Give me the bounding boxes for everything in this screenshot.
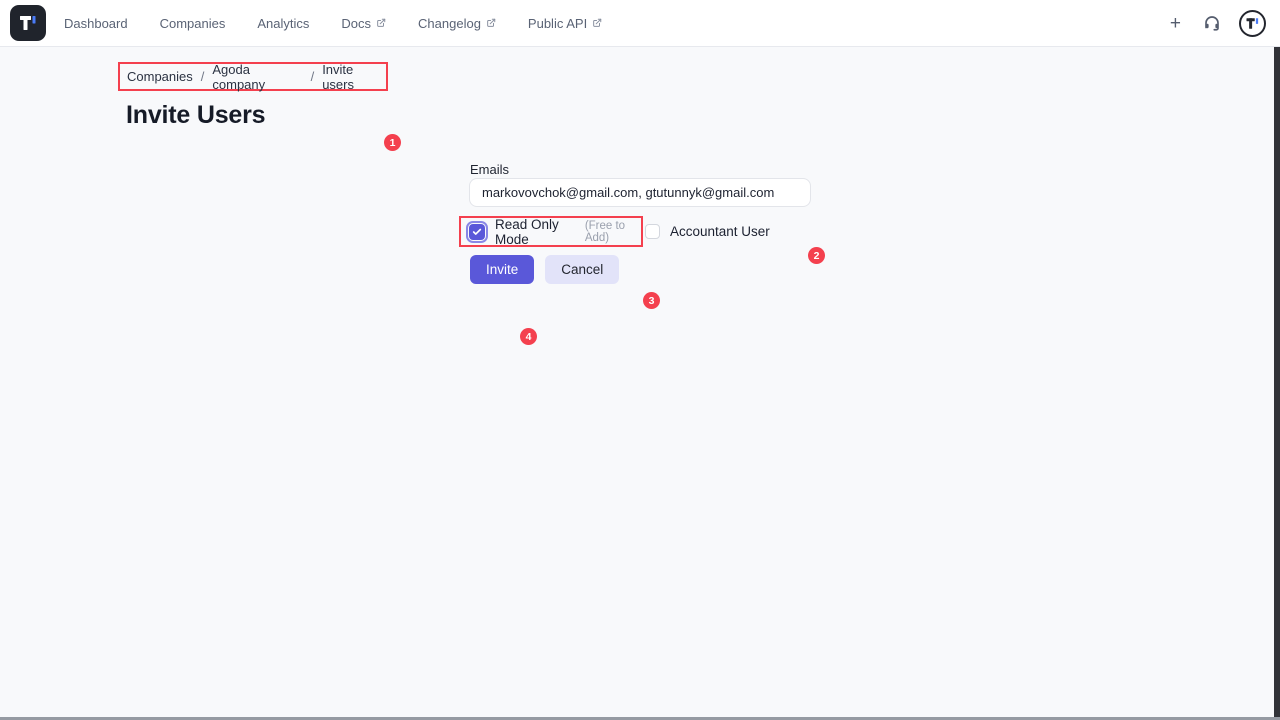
form-actions: Invite Cancel (470, 255, 620, 284)
annotation-badge-1: 1 (384, 134, 401, 151)
support-headset-icon[interactable] (1203, 14, 1221, 32)
invite-button[interactable]: Invite (470, 255, 535, 284)
top-navbar: Dashboard Companies Analytics Docs Chang… (0, 0, 1280, 47)
read-only-mode-option: Read Only Mode (Free to Add) (465, 217, 641, 247)
nav-item-changelog[interactable]: Changelog (418, 16, 496, 31)
nav-item-analytics[interactable]: Analytics (257, 16, 309, 31)
logo-t-icon (20, 16, 36, 30)
annotation-badge-3: 3 (643, 292, 660, 309)
app-logo[interactable] (10, 5, 46, 41)
breadcrumb: Companies / Agoda company / Invite users (127, 62, 386, 92)
nav-item-label: Analytics (257, 15, 310, 31)
user-avatar[interactable] (1239, 9, 1266, 37)
nav-item-label: Public API (527, 15, 588, 31)
nav-item-public-api[interactable]: Public API (528, 16, 602, 31)
nav-item-label: Docs (341, 15, 372, 31)
accountant-checkbox[interactable] (645, 224, 660, 239)
accountant-user-option: Accountant User (645, 224, 770, 239)
avatar-t-icon (1246, 17, 1259, 29)
nav-items: Dashboard Companies Analytics Docs Chang… (64, 16, 602, 31)
external-link-icon (486, 18, 496, 28)
read-only-checkbox[interactable] (465, 220, 489, 243)
annotation-box-breadcrumb: Companies / Agoda company / Invite users (118, 62, 388, 92)
emails-label: Emails (470, 162, 510, 177)
breadcrumb-separator: / (310, 69, 315, 84)
emails-input[interactable] (469, 178, 811, 207)
breadcrumb-item-invite-users[interactable]: Invite users (322, 62, 386, 92)
nav-item-dashboard[interactable]: Dashboard (64, 16, 128, 31)
check-icon (472, 228, 482, 235)
nav-item-docs[interactable]: Docs (341, 16, 386, 31)
breadcrumb-item-agoda-company[interactable]: Agoda company (212, 62, 302, 92)
nav-item-label: Companies (159, 15, 226, 31)
navbar-actions: + (1166, 9, 1266, 37)
nav-item-label: Dashboard (64, 15, 128, 31)
add-icon[interactable]: + (1166, 12, 1185, 35)
annotation-badge-2: 2 (808, 247, 825, 264)
nav-item-label: Changelog (418, 15, 481, 31)
cancel-button[interactable]: Cancel (545, 255, 620, 284)
annotation-badge-4: 4 (520, 328, 537, 345)
accountant-label[interactable]: Accountant User (670, 224, 770, 239)
read-only-hint: (Free to Add) (584, 219, 626, 244)
breadcrumb-item-companies[interactable]: Companies (127, 69, 193, 84)
page-content: Companies / Agoda company / Invite users… (0, 47, 1280, 720)
external-link-icon (592, 18, 602, 28)
scrollbar[interactable] (1274, 47, 1280, 720)
read-only-label[interactable]: Read Only Mode (495, 217, 580, 247)
page-title: Invite Users (126, 101, 266, 129)
external-link-icon (376, 18, 386, 28)
annotation-box-read-only: Read Only Mode (Free to Add) (459, 216, 643, 247)
breadcrumb-separator: / (200, 69, 205, 84)
nav-item-companies[interactable]: Companies (160, 16, 226, 31)
